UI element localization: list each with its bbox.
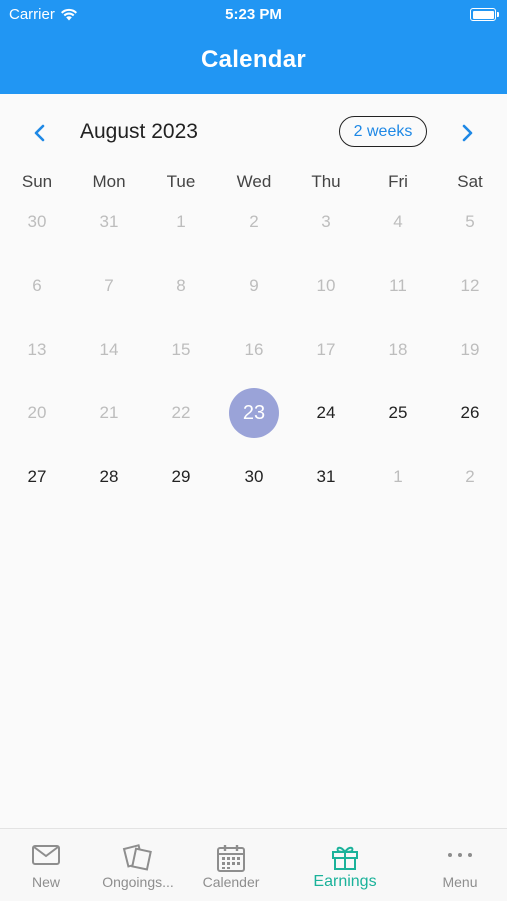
battery-icon: [470, 8, 499, 21]
day-cell[interactable]: 9: [229, 261, 279, 311]
day-cell[interactable]: 4: [373, 197, 423, 247]
day-cell[interactable]: 27: [12, 452, 62, 502]
tab-calender[interactable]: Calender: [181, 829, 281, 901]
selected-day-cell[interactable]: 23: [229, 388, 279, 438]
month-label: August 2023: [80, 120, 198, 143]
day-cell[interactable]: 6: [12, 261, 62, 311]
tab-bar: New Ongoings... Calender Earnings Menu: [0, 828, 507, 901]
tab-ongoings[interactable]: Ongoings...: [88, 829, 188, 901]
day-cell[interactable]: 15: [156, 325, 206, 375]
day-cell[interactable]: 12: [445, 261, 495, 311]
status-bar: Carrier 5:23 PM: [0, 6, 507, 24]
day-cell[interactable]: 25: [373, 388, 423, 438]
day-cell[interactable]: 11: [373, 261, 423, 311]
envelope-icon: [31, 843, 61, 870]
day-cell[interactable]: 16: [229, 325, 279, 375]
calendar-icon: [216, 843, 246, 876]
weekday-thu: Thu: [311, 172, 341, 191]
gift-icon: [330, 843, 360, 874]
page-title: Calendar: [200, 46, 307, 73]
day-cell[interactable]: 14: [84, 325, 134, 375]
tab-earnings[interactable]: Earnings: [295, 829, 395, 901]
day-cell[interactable]: 1: [373, 452, 423, 502]
weekday-mon: Mon: [92, 172, 126, 191]
documents-icon: [122, 843, 154, 874]
chevron-right-icon[interactable]: [457, 122, 477, 144]
app-header: Carrier 5:23 PM Calendar: [0, 0, 507, 94]
tab-label: New: [31, 874, 60, 890]
more-dots-icon: [445, 843, 475, 870]
day-cell[interactable]: 13: [12, 325, 62, 375]
day-cell[interactable]: 8: [156, 261, 206, 311]
weekday-sun: Sun: [21, 172, 53, 191]
tab-label: Earnings: [313, 873, 377, 890]
day-cell[interactable]: 18: [373, 325, 423, 375]
tab-label: Calender: [202, 874, 260, 890]
day-cell[interactable]: 2: [445, 452, 495, 502]
weekday-header: Sun Mon Tue Wed Thu Fri Sat: [0, 172, 507, 192]
day-cell[interactable]: 31: [301, 452, 351, 502]
day-cell[interactable]: 1: [156, 197, 206, 247]
tab-new[interactable]: New: [0, 829, 96, 901]
day-cell[interactable]: 19: [445, 325, 495, 375]
day-cell[interactable]: 5: [445, 197, 495, 247]
day-cell[interactable]: 26: [445, 388, 495, 438]
chevron-left-icon[interactable]: [30, 122, 50, 144]
day-cell[interactable]: 3: [301, 197, 351, 247]
status-time: 5:23 PM: [225, 6, 282, 23]
weekday-tue: Tue: [166, 172, 196, 191]
weekday-wed: Wed: [236, 172, 272, 191]
day-cell[interactable]: 30: [12, 197, 62, 247]
day-cell[interactable]: 7: [84, 261, 134, 311]
day-cell[interactable]: 31: [84, 197, 134, 247]
day-cell[interactable]: 30: [229, 452, 279, 502]
day-cell[interactable]: 29: [156, 452, 206, 502]
weekday-sat: Sat: [457, 172, 483, 191]
day-cell[interactable]: 2: [229, 197, 279, 247]
tab-label: Ongoings...: [102, 874, 174, 890]
day-cell[interactable]: 24: [301, 388, 351, 438]
day-cell[interactable]: 28: [84, 452, 134, 502]
tab-label: Menu: [442, 874, 478, 890]
tab-menu[interactable]: Menu: [410, 829, 507, 901]
day-cell[interactable]: 17: [301, 325, 351, 375]
day-cell[interactable]: 10: [301, 261, 351, 311]
day-cell[interactable]: 20: [12, 388, 62, 438]
day-cell[interactable]: 22: [156, 388, 206, 438]
weekday-fri: Fri: [388, 172, 408, 191]
month-navigation: August 2023 2 weeks: [0, 116, 507, 150]
day-cell[interactable]: 21: [84, 388, 134, 438]
range-toggle-button[interactable]: 2 weeks: [339, 116, 427, 147]
